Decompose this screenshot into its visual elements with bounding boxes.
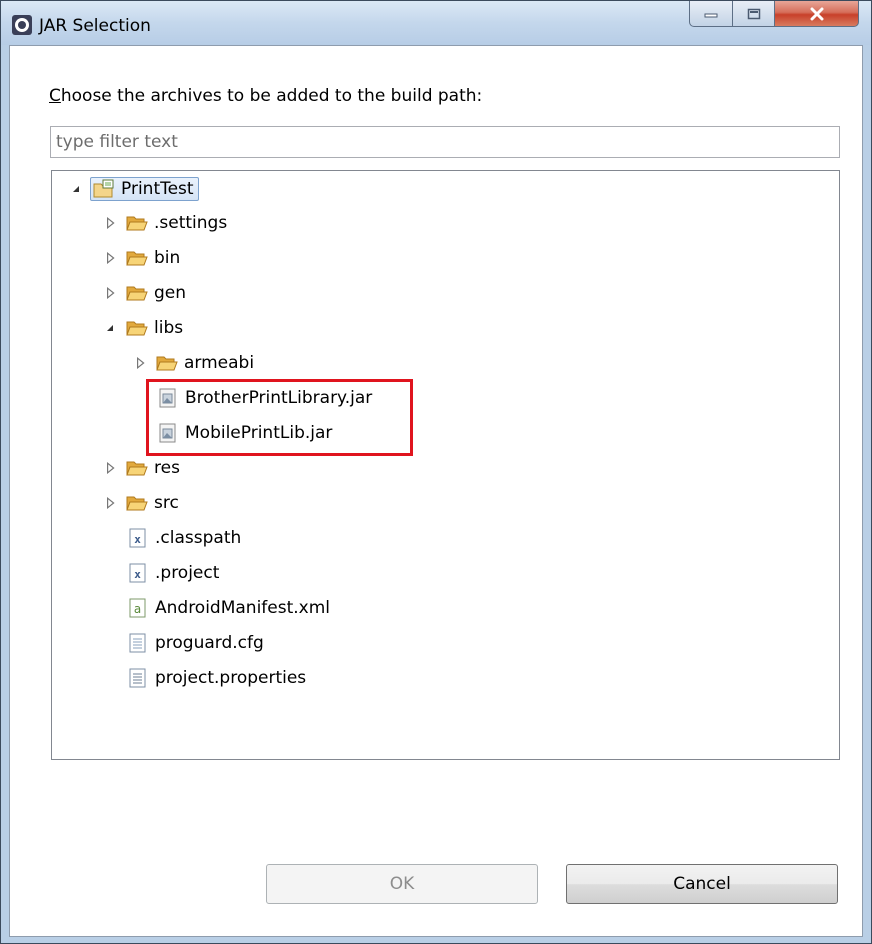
- tree-item[interactable]: a AndroidManifest.xml: [127, 593, 330, 623]
- tree-item[interactable]: .settings: [104, 208, 227, 238]
- cancel-button[interactable]: Cancel: [566, 864, 838, 904]
- tree-item[interactable]: x .classpath: [127, 523, 241, 553]
- expanded-arrow-icon[interactable]: [70, 183, 82, 195]
- folder-icon: [126, 286, 148, 301]
- tree-item[interactable]: proguard.cfg: [127, 628, 264, 658]
- window-title: JAR Selection: [39, 16, 151, 36]
- folder-icon: [126, 461, 148, 476]
- project-icon: [93, 179, 114, 198]
- tree-item[interactable]: gen: [104, 278, 186, 308]
- tree-item-label: proguard.cfg: [155, 633, 264, 653]
- maximize-icon: [747, 8, 760, 19]
- eclipse-app-icon: [12, 15, 32, 35]
- collapsed-arrow-icon[interactable]: [104, 287, 116, 299]
- folder-icon: [126, 496, 148, 511]
- android-manifest-icon: a: [129, 598, 146, 618]
- minimize-button[interactable]: [689, 1, 733, 27]
- tree-item-label: gen: [154, 283, 187, 303]
- tree-item-label: .settings: [154, 213, 228, 233]
- mnemonic-letter: C: [49, 86, 61, 106]
- tree-item-label: libs: [154, 318, 184, 338]
- tree-item[interactable]: x .project: [127, 558, 219, 588]
- tree-item-label: armeabi: [184, 353, 255, 373]
- close-button[interactable]: [775, 1, 859, 27]
- expanded-arrow-icon[interactable]: [104, 322, 116, 334]
- collapsed-arrow-icon[interactable]: [104, 252, 116, 264]
- svg-text:a: a: [134, 602, 141, 616]
- ok-button[interactable]: OK: [266, 864, 538, 904]
- close-icon: [810, 7, 823, 20]
- collapsed-arrow-icon[interactable]: [104, 462, 116, 474]
- tree-item[interactable]: bin: [104, 243, 180, 273]
- tree-item[interactable]: src: [104, 488, 179, 518]
- tree-item-label: PrintTest: [121, 179, 194, 199]
- xml-file-icon: x: [129, 528, 146, 548]
- maximize-button[interactable]: [733, 1, 775, 27]
- folder-icon: [126, 321, 148, 336]
- svg-text:x: x: [134, 533, 141, 546]
- tree-item-label: .project: [155, 563, 220, 583]
- tree-item[interactable]: res: [104, 453, 180, 483]
- folder-icon: [156, 356, 178, 371]
- tree-item-label: project.properties: [155, 668, 307, 688]
- tree-item-label: res: [154, 458, 180, 478]
- minimize-icon: [704, 13, 718, 17]
- collapsed-arrow-icon[interactable]: [104, 497, 116, 509]
- collapsed-arrow-icon[interactable]: [104, 217, 116, 229]
- title-bar[interactable]: JAR Selection: [1, 1, 871, 45]
- tree-item-label: bin: [154, 248, 181, 268]
- tree-item[interactable]: project.properties: [127, 663, 306, 693]
- instruction-label: Choose the archives to be added to the b…: [49, 86, 482, 106]
- folder-icon: [126, 251, 148, 266]
- filter-input[interactable]: [50, 126, 840, 158]
- text-file-icon: [129, 633, 146, 653]
- xml-file-icon: x: [129, 563, 146, 583]
- properties-file-icon: [129, 668, 146, 688]
- instruction-text: hoose the archives to be added to the bu…: [60, 86, 483, 106]
- tree-root[interactable]: PrintTest: [70, 174, 199, 204]
- tree-item[interactable]: armeabi: [134, 348, 254, 378]
- tree-item-label: src: [154, 493, 179, 513]
- svg-text:x: x: [134, 568, 141, 581]
- tree-item-label: .classpath: [155, 528, 242, 548]
- highlight-box: [146, 379, 413, 456]
- tree-item[interactable]: libs: [104, 313, 183, 343]
- tree-item-label: AndroidManifest.xml: [155, 598, 331, 618]
- collapsed-arrow-icon[interactable]: [134, 357, 146, 369]
- folder-icon: [126, 216, 148, 231]
- archive-tree[interactable]: PrintTest .settings bin gen libs armeabi…: [51, 170, 840, 760]
